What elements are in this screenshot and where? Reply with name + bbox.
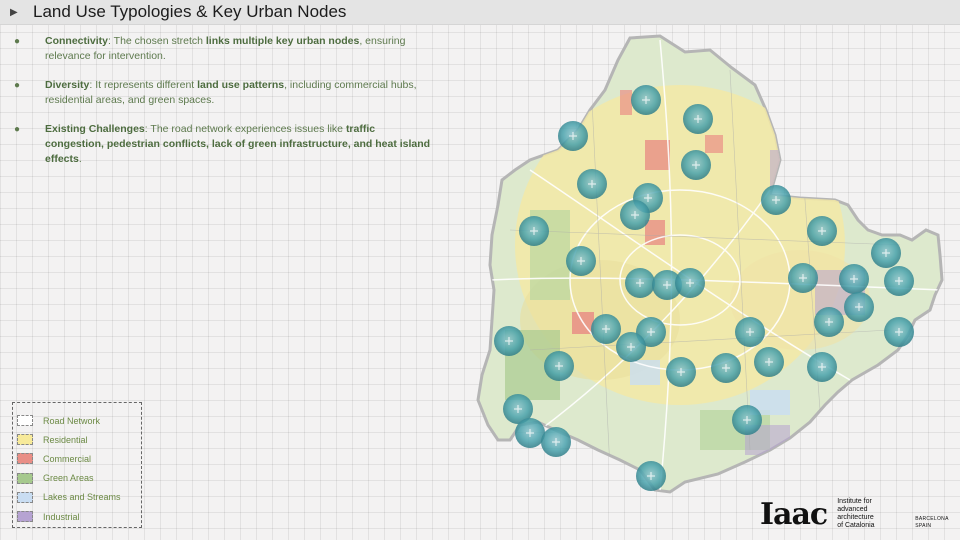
legend-label: Lakes and Streams — [43, 492, 121, 503]
bullet-connectivity: ● Connectivity: The chosen stretch links… — [14, 34, 434, 64]
logo-city: BARCELONA SPAIN — [915, 516, 949, 529]
legend-label: Industrial — [43, 511, 80, 522]
legend-swatch — [17, 511, 33, 523]
bullet-segment: : The chosen stretch — [108, 35, 206, 47]
land-use-map[interactable] — [470, 30, 955, 500]
bullet-text: Existing Challenges: The road network ex… — [45, 122, 434, 167]
bullet-dot-icon: ● — [14, 124, 21, 135]
collapse-arrow-icon[interactable]: ▶ — [10, 7, 30, 18]
page-title: Land Use Typologies & Key Urban Nodes — [33, 2, 347, 21]
legend-item-road-network: Road Network — [17, 411, 141, 430]
legend-item-lakes-and-streams: Lakes and Streams — [17, 488, 141, 507]
bullet-segment: : It represents different — [89, 79, 198, 91]
legend-swatch — [17, 472, 33, 484]
iaac-logo: Iaac Institute for advanced architecture of… — [760, 498, 949, 530]
bullet-segment: Existing Challenges — [45, 123, 145, 135]
legend-item-commercial: Commercial — [17, 449, 141, 468]
bullet-segment: . — [78, 153, 82, 165]
logo-mark: Iaac — [760, 497, 828, 532]
bullet-segment: Connectivity — [45, 35, 109, 47]
bullet-segment: land use patterns — [197, 79, 285, 91]
legend-item-green-areas: Green Areas — [17, 469, 141, 488]
legend-label: Commercial — [43, 453, 92, 464]
legend-swatch — [17, 453, 33, 465]
bullet-dot-icon: ● — [14, 80, 21, 91]
bullet-text: Connectivity: The chosen stretch links m… — [45, 34, 434, 64]
bullet-segment: links multiple key urban nodes — [205, 35, 360, 47]
bullet-list: ● Connectivity: The chosen stretch links… — [14, 34, 434, 181]
bullet-segment: Diversity — [45, 79, 90, 91]
legend-label: Green Areas — [43, 473, 94, 484]
legend-item-industrial: Industrial — [17, 507, 141, 526]
logo-institute: Institute for advanced architecture of Cata… — [837, 498, 875, 529]
legend-label: Road Network — [43, 415, 101, 426]
bullet-dot-icon: ● — [14, 36, 21, 47]
title-bar: ▶ Land Use Typologies & Key Urban Nodes — [0, 0, 960, 25]
legend-swatch — [17, 415, 33, 427]
legend-label: Residential — [43, 434, 88, 445]
map-legend: Road Network Residential Commercial Gree… — [12, 402, 142, 528]
legend-swatch — [17, 434, 33, 446]
bullet-segment: : The road network experiences issues li… — [144, 123, 346, 135]
bullet-challenges: ● Existing Challenges: The road network … — [14, 122, 434, 167]
bullet-diversity: ● Diversity: It represents different lan… — [14, 78, 434, 108]
bullet-text: Diversity: It represents different land … — [45, 78, 434, 108]
legend-swatch — [17, 491, 33, 503]
legend-item-residential: Residential — [17, 430, 141, 449]
